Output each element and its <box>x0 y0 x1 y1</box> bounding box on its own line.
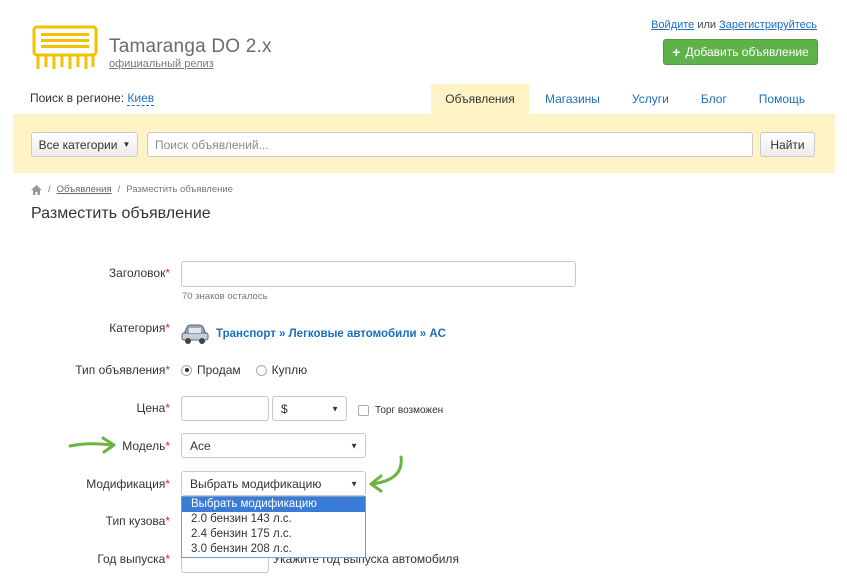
or-text: или <box>697 19 717 31</box>
category-label: Категория* <box>109 321 170 335</box>
price-input[interactable] <box>181 396 269 421</box>
find-button[interactable]: Найти <box>760 132 815 157</box>
caret-down-icon: ▼ <box>331 404 339 413</box>
title-label: Заголовок* <box>108 266 170 280</box>
model-value: Ace <box>190 438 211 453</box>
tab-blog[interactable]: Блог <box>685 84 743 115</box>
auth-links: Войдите или Зарегистрируйтесь <box>651 19 817 31</box>
type-label: Тип объявления* <box>75 363 170 377</box>
tab-listings[interactable]: Объявления <box>431 84 529 115</box>
caret-down-icon: ▼ <box>350 441 358 450</box>
all-categories-button[interactable]: Все категории ▼ <box>31 132 138 157</box>
pointer-arrow-icon <box>369 455 403 493</box>
modification-option[interactable]: 2.4 бензин 175 л.с. <box>182 527 365 542</box>
brand-subtitle[interactable]: официальный релиз <box>109 58 214 70</box>
plus-icon: + <box>672 44 681 60</box>
bargain-label: Торг возможен <box>375 405 444 416</box>
region-selector: Поиск в регионе: Киев <box>30 91 155 106</box>
model-label: Модель* <box>122 439 170 453</box>
all-categories-label: Все категории <box>38 137 118 152</box>
modification-option[interactable]: 3.0 бензин 208 л.с. <box>182 542 365 557</box>
tab-shops[interactable]: Магазины <box>529 84 616 115</box>
logo-icon <box>32 25 98 69</box>
main-tabs: Объявления Магазины Услуги Блог Помощь <box>431 84 821 115</box>
year-label: Год выпуска* <box>97 552 170 566</box>
modification-dropdown-list: Выбрать модификацию 2.0 бензин 143 л.с. … <box>181 496 366 558</box>
breadcrumb-listings[interactable]: Объявления <box>57 184 112 195</box>
breadcrumb: / Объявления / Разместить объявление <box>31 184 233 195</box>
body-type-label: Тип кузова* <box>105 514 170 528</box>
login-link[interactable]: Войдите <box>651 19 694 31</box>
region-label: Поиск в регионе: <box>30 91 125 105</box>
modification-option[interactable]: Выбрать модификацию <box>182 497 365 512</box>
region-link[interactable]: Киев <box>127 91 155 106</box>
brand-title: Tamaranga DO 2.x <box>109 36 272 57</box>
type-radio-group: Продам Куплю <box>181 363 307 377</box>
search-bar: Все категории ▼ Найти <box>13 114 835 173</box>
add-listing-label: Добавить объявление <box>685 45 809 59</box>
model-select[interactable]: Ace ▼ <box>181 433 366 458</box>
category-value-link[interactable]: Транспорт » Легковые автомобили » AC <box>216 328 446 340</box>
caret-down-icon: ▼ <box>122 140 131 149</box>
tab-services[interactable]: Услуги <box>616 84 685 115</box>
type-sell-label: Продам <box>197 363 241 377</box>
caret-down-icon: ▼ <box>350 479 358 488</box>
register-link[interactable]: Зарегистрируйтесь <box>719 19 817 31</box>
modification-select[interactable]: Выбрать модификацию ▼ <box>181 471 366 496</box>
type-sell-radio[interactable] <box>181 364 192 376</box>
title-hint: 70 знаков осталось <box>182 291 268 302</box>
modification-label: Модификация* <box>86 477 170 491</box>
currency-select[interactable]: $ ▼ <box>272 396 347 421</box>
currency-value: $ <box>281 401 288 416</box>
tab-help[interactable]: Помощь <box>743 84 821 115</box>
car-icon <box>181 324 209 344</box>
price-label: Цена* <box>136 401 170 415</box>
home-icon[interactable] <box>31 184 42 195</box>
page-title: Разместить объявление <box>31 205 211 222</box>
modification-value: Выбрать модификацию <box>190 476 322 491</box>
breadcrumb-current: Разместить объявление <box>126 184 233 195</box>
bargain-checkbox[interactable] <box>358 405 369 416</box>
title-input[interactable] <box>181 261 576 287</box>
add-listing-button[interactable]: + Добавить объявление <box>663 39 818 65</box>
type-buy-label: Куплю <box>271 363 308 377</box>
modification-option[interactable]: 2.0 бензин 143 л.с. <box>182 512 365 527</box>
search-input[interactable] <box>147 132 753 157</box>
type-buy-radio[interactable] <box>255 364 267 376</box>
